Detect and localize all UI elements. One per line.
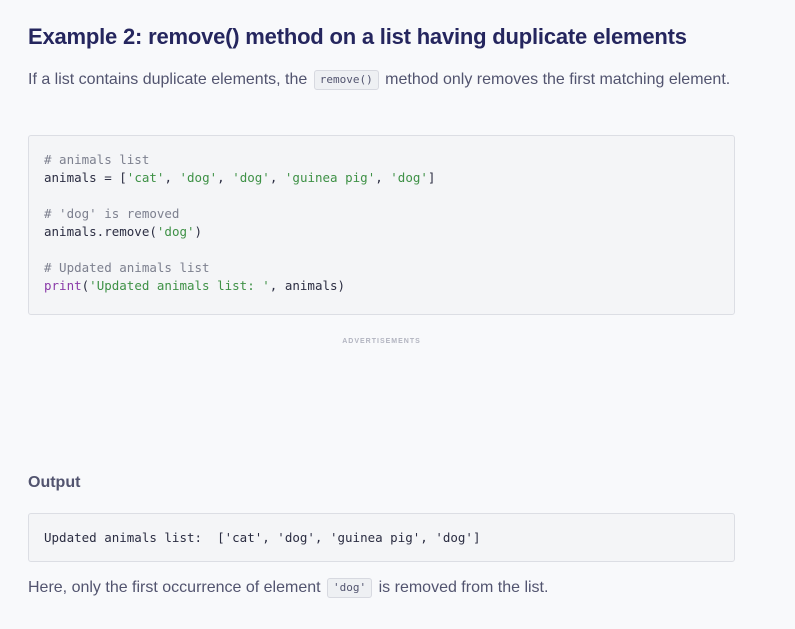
code-sep: , <box>269 170 285 185</box>
code-sep: , <box>217 170 233 185</box>
code-string: 'dog' <box>179 170 218 185</box>
output-block[interactable]: Updated animals list: ['cat', 'dog', 'gu… <box>28 513 735 562</box>
code-string: 'dog' <box>232 170 270 185</box>
code-sep: , <box>164 170 180 185</box>
code-string: 'dog' <box>390 170 428 185</box>
code-line-1: # animals list <box>44 151 719 169</box>
outro-text-after: is removed from the list. <box>378 579 549 596</box>
code-text: , animals) <box>269 278 346 293</box>
code-text: ) <box>194 224 203 239</box>
code-block[interactable]: # animals list animals = ['cat', 'dog', … <box>28 135 735 315</box>
code-line-5: # Updated animals list <box>44 259 719 277</box>
code-line-6: print('Updated animals list: ', animals) <box>44 277 719 295</box>
code-text: animals.remove( <box>44 224 157 239</box>
page-title: Example 2: remove() method on a list hav… <box>28 24 687 49</box>
code-keyword: print <box>44 278 82 293</box>
code-comment: # 'dog' is removed <box>44 206 180 221</box>
inline-code-remove: remove() <box>313 70 379 90</box>
outro-text-before: Here, only the first occurrence of eleme… <box>28 579 321 596</box>
article-page: Example 2: remove() method on a list hav… <box>0 0 795 629</box>
output-heading: Output <box>28 474 81 491</box>
code-line-3: # 'dog' is removed <box>44 205 719 223</box>
code-comment: # Updated animals list <box>44 260 210 275</box>
code-line-2: animals = ['cat', 'dog', 'dog', 'guinea … <box>44 169 719 187</box>
code-comment: # animals list <box>44 152 150 167</box>
code-string: 'dog' <box>156 224 195 239</box>
code-text: animals = [ <box>44 170 127 185</box>
advertisements-label: ADVERTISEMENTS <box>342 338 421 345</box>
code-line-4: animals.remove('dog') <box>44 223 719 241</box>
output-line: Updated animals list: ['cat', 'dog', 'gu… <box>44 530 481 545</box>
code-string: 'cat' <box>126 170 165 185</box>
intro-text-after: method only removes the first matching e… <box>385 71 731 88</box>
code-string: 'guinea pig' <box>284 170 376 185</box>
intro-text-before: If a list contains duplicate elements, t… <box>28 71 308 88</box>
code-sep: , <box>375 170 391 185</box>
code-string: 'Updated animals list: ' <box>89 278 270 293</box>
outro-paragraph: Here, only the first occurrence of eleme… <box>28 574 748 601</box>
code-text: ] <box>427 170 436 185</box>
intro-paragraph: If a list contains duplicate elements, t… <box>28 66 738 93</box>
inline-code-dog: 'dog' <box>327 578 373 598</box>
